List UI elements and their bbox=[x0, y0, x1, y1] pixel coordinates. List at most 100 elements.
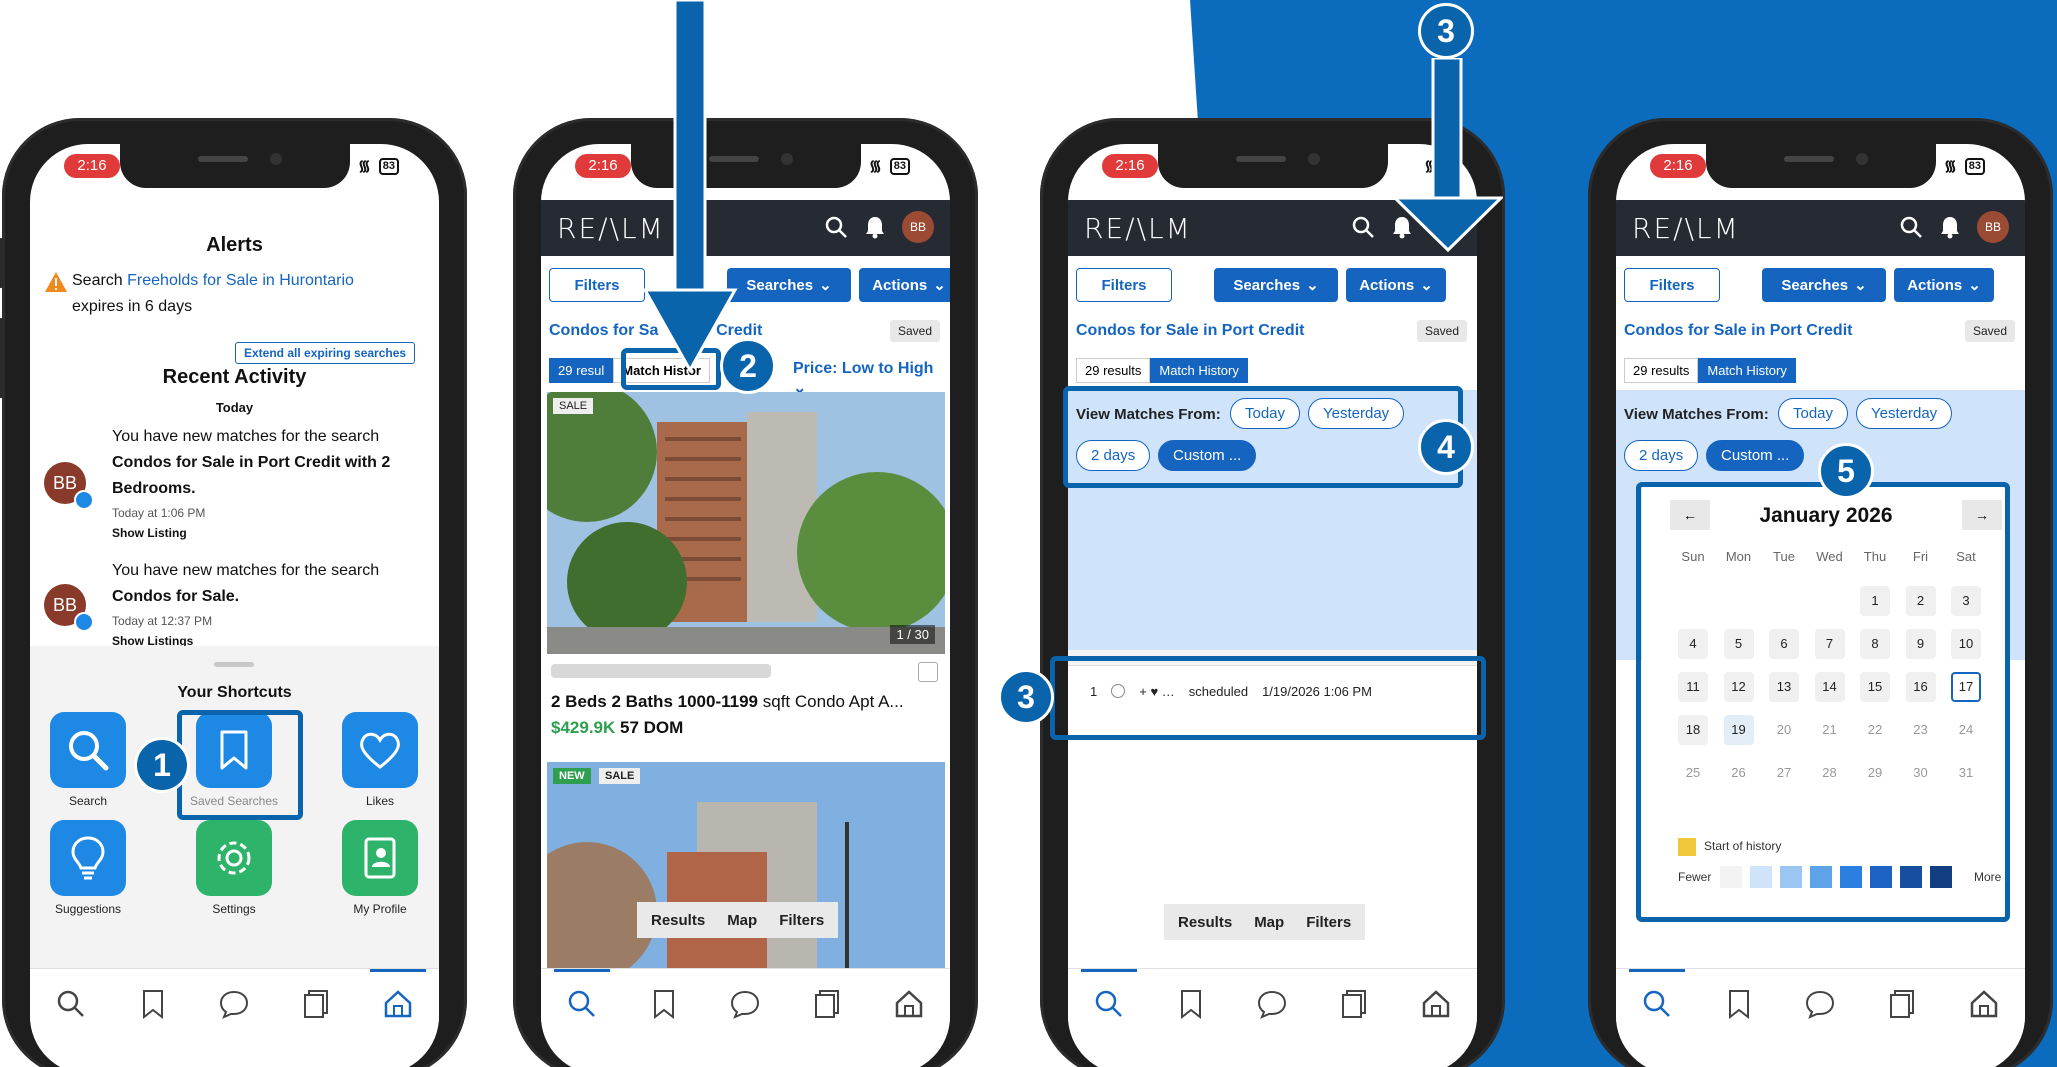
tab-home[interactable] bbox=[1416, 989, 1456, 1029]
tab-messages[interactable] bbox=[1252, 989, 1292, 1029]
listing-checkbox[interactable] bbox=[918, 662, 938, 682]
document-icon bbox=[304, 990, 329, 1018]
bottom-tab-bar bbox=[1616, 968, 2025, 1067]
shortcut-likes[interactable] bbox=[342, 712, 418, 788]
sheet-handle[interactable] bbox=[214, 662, 254, 667]
blurred-address bbox=[551, 664, 771, 678]
tab-home[interactable] bbox=[889, 989, 929, 1029]
battery-icon: 83 bbox=[378, 157, 399, 175]
actions-button[interactable]: Actions ⌄ bbox=[1894, 268, 1994, 302]
warning-icon bbox=[44, 271, 68, 298]
pill-custom[interactable]: Custom ... bbox=[1706, 440, 1805, 471]
building-photo bbox=[547, 762, 945, 982]
search-icon[interactable] bbox=[1899, 215, 1923, 239]
searches-label: Searches bbox=[1781, 276, 1849, 294]
tab-saved[interactable] bbox=[644, 989, 684, 1029]
actions-button[interactable]: Actions ⌄ bbox=[859, 268, 950, 302]
search-icon[interactable] bbox=[824, 215, 848, 239]
search-icon bbox=[57, 990, 84, 1017]
searches-button[interactable]: Searches ⌄ bbox=[1762, 268, 1886, 302]
tab-match-history[interactable]: Match History bbox=[1150, 358, 1248, 383]
actions-button[interactable]: Actions ⌄ bbox=[1346, 268, 1446, 302]
bottom-tab-bar bbox=[30, 968, 439, 1067]
tab-messages[interactable] bbox=[1800, 989, 1840, 1029]
tab-saved[interactable] bbox=[133, 989, 173, 1029]
bookmark-icon bbox=[653, 990, 674, 1019]
activity-link-cont[interactable]: Bedrooms. bbox=[112, 480, 196, 498]
view-map[interactable]: Map bbox=[727, 912, 757, 929]
tab-documents[interactable] bbox=[807, 989, 847, 1029]
search-icon[interactable] bbox=[1351, 215, 1375, 239]
tab-messages[interactable] bbox=[214, 989, 254, 1029]
activity-text: You have new matches for the search bbox=[112, 562, 380, 579]
tab-documents[interactable] bbox=[1882, 989, 1922, 1029]
search-icon bbox=[1643, 990, 1670, 1017]
tab-results[interactable]: 29 resul bbox=[549, 358, 614, 383]
tutorial-canvas: 2:16 ᯾ 83 Alerts Search Freeholds for Sal… bbox=[0, 0, 2057, 1067]
alert-search-link[interactable]: Freeholds for Sale in Hurontario bbox=[127, 272, 354, 289]
view-results[interactable]: Results bbox=[651, 912, 705, 929]
listing-photo[interactable]: NEW SALE bbox=[547, 762, 945, 982]
shortcut-search[interactable] bbox=[50, 712, 126, 788]
tab-match-history[interactable]: Match History bbox=[1698, 358, 1796, 383]
saved-badge: Saved bbox=[1416, 320, 1467, 342]
saved-badge: Saved bbox=[889, 320, 940, 342]
callout-calendar bbox=[1636, 482, 2010, 922]
shortcut-label: Settings bbox=[212, 902, 256, 916]
pill-today[interactable]: Today bbox=[1778, 398, 1849, 429]
phone-1: 2:16 ᯾ 83 Alerts Search Freeholds for Sal… bbox=[0, 118, 467, 1067]
chevron-down-icon: ⌄ bbox=[933, 277, 946, 294]
bookmark-icon bbox=[1728, 990, 1749, 1019]
tab-documents[interactable] bbox=[296, 989, 336, 1029]
user-avatar[interactable]: BB bbox=[902, 211, 934, 243]
alerts-title: Alerts bbox=[206, 234, 263, 256]
shortcut-settings[interactable] bbox=[196, 820, 272, 896]
tab-search[interactable] bbox=[553, 969, 610, 1029]
user-avatar[interactable]: BB bbox=[1977, 211, 2009, 243]
status-time: 2:16 bbox=[64, 154, 120, 178]
view-filters[interactable]: Filters bbox=[1306, 914, 1351, 931]
tab-results[interactable]: 29 results bbox=[1076, 358, 1151, 383]
tab-documents[interactable] bbox=[1334, 989, 1374, 1029]
view-filters[interactable]: Filters bbox=[779, 912, 824, 929]
bell-icon[interactable] bbox=[864, 215, 886, 239]
tab-results[interactable]: 29 results bbox=[1624, 358, 1699, 383]
searches-button[interactable]: Searches ⌄ bbox=[1214, 268, 1338, 302]
tab-saved[interactable] bbox=[1171, 989, 1211, 1029]
filters-button[interactable]: Filters bbox=[549, 268, 645, 302]
filters-button[interactable]: Filters bbox=[1624, 268, 1720, 302]
activity-link[interactable]: Condos for Sale in Port Credit with 2 bbox=[112, 454, 390, 472]
floating-view-switcher: Results Map Filters bbox=[637, 902, 839, 938]
step-badge-1: 1 bbox=[134, 737, 190, 793]
pill-2-days[interactable]: 2 days bbox=[1624, 440, 1699, 471]
tab-search[interactable] bbox=[1628, 969, 1685, 1029]
battery-icon: 83 bbox=[1964, 157, 1985, 175]
pill-yesterday[interactable]: Yesterday bbox=[1856, 398, 1953, 429]
tab-saved[interactable] bbox=[1719, 989, 1759, 1029]
chevron-down-icon: ⌄ bbox=[1968, 277, 1981, 294]
shortcut-suggestions[interactable] bbox=[50, 820, 126, 896]
listing-photo[interactable]: SALE 1 / 30 bbox=[547, 392, 945, 654]
extend-button[interactable]: Extend all expiring searches bbox=[235, 342, 416, 364]
tab-search[interactable] bbox=[1080, 969, 1137, 1029]
search-title[interactable]: Condos for Sale in Port Credit bbox=[1076, 322, 1304, 340]
tab-messages[interactable] bbox=[725, 989, 765, 1029]
callout-saved-searches bbox=[177, 710, 303, 820]
shortcut-label: My Profile bbox=[353, 902, 407, 916]
view-map[interactable]: Map bbox=[1254, 914, 1284, 931]
filters-button[interactable]: Filters bbox=[1076, 268, 1172, 302]
show-listing-link[interactable]: Show Listing bbox=[112, 526, 187, 540]
view-results[interactable]: Results bbox=[1178, 914, 1232, 931]
shortcut-my-profile[interactable] bbox=[342, 820, 418, 896]
actions-label: Actions bbox=[1359, 276, 1415, 294]
activity-link[interactable]: Condos for Sale. bbox=[112, 588, 239, 606]
search-title[interactable]: Condos for Sale in Port Credit bbox=[1624, 322, 1852, 340]
searches-label: Searches bbox=[1233, 276, 1301, 294]
tab-home[interactable] bbox=[1964, 989, 2004, 1029]
chat-icon bbox=[731, 990, 760, 1019]
activity-text: You have new matches for the search bbox=[112, 428, 380, 445]
sort-label: Price: Low to High bbox=[793, 360, 934, 377]
tab-search[interactable] bbox=[51, 989, 91, 1029]
bell-icon[interactable] bbox=[1939, 215, 1961, 239]
tab-home[interactable] bbox=[370, 969, 427, 1029]
